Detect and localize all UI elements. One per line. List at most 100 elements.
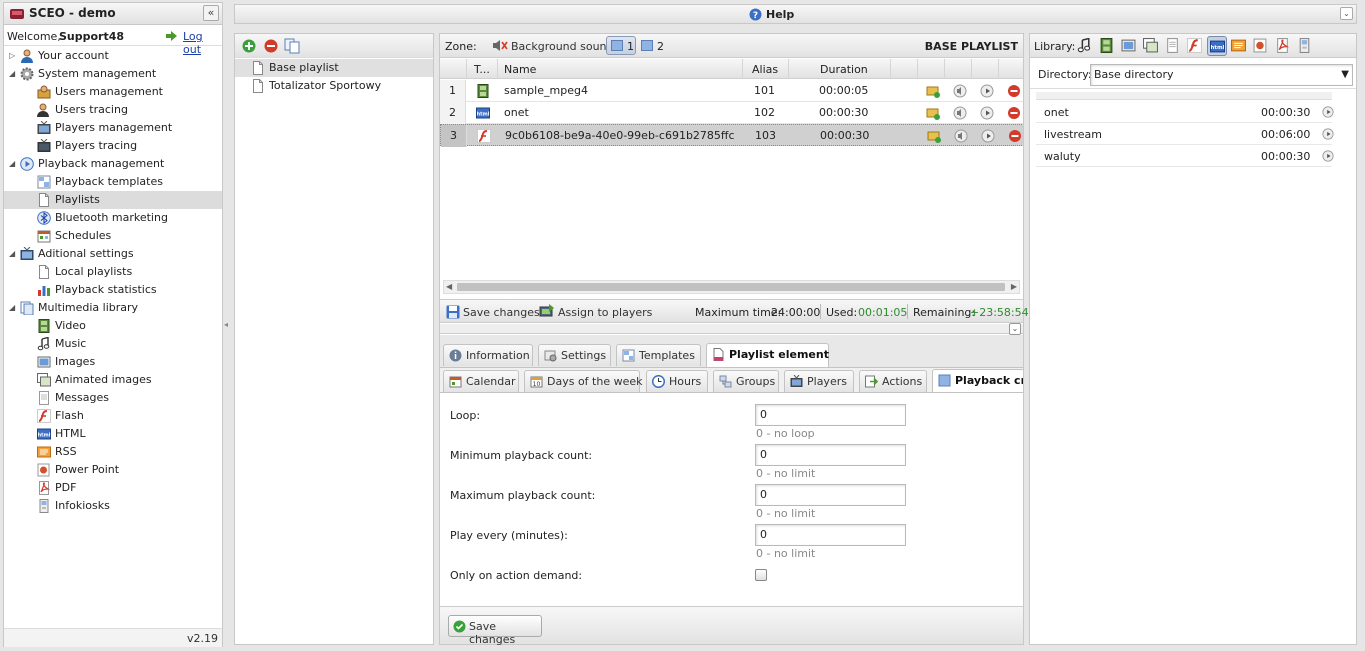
zone-2-label[interactable]: 2 [657, 40, 664, 53]
add-playlist-icon[interactable] [242, 39, 256, 53]
save-changes-button[interactable]: Save changes [448, 615, 542, 646]
tree-item-images[interactable]: Images [4, 353, 222, 371]
tree-toggle-icon[interactable]: ◢ [9, 160, 17, 168]
library-item[interactable]: waluty 00:00:30 [1036, 145, 1334, 167]
zone-1-button[interactable]: 1 [606, 36, 636, 55]
tree-item-infokiosks[interactable]: Infokiosks [4, 497, 222, 515]
row-delete-icon[interactable] [1008, 129, 1022, 143]
sidebar-splitter[interactable]: ◂ [224, 2, 232, 647]
tree-item-local-playlists[interactable]: Local playlists [4, 263, 222, 281]
row-play-icon[interactable] [981, 129, 995, 143]
library-item-play-icon[interactable] [1322, 128, 1334, 140]
col-type-header[interactable]: T... [474, 63, 490, 76]
tree-item-multimedia-library[interactable]: ◢ Multimedia library [4, 299, 222, 317]
table-row[interactable]: 3 9c0b6108-be9a-40e0-99eb-c691b2785ffc 103… [440, 124, 1023, 147]
tree-item-users-tracing[interactable]: Users tracing [4, 101, 222, 119]
tree-item-messages[interactable]: Messages [4, 389, 222, 407]
scrollbar-thumb[interactable] [457, 283, 1005, 291]
row-play-icon[interactable] [980, 84, 994, 98]
help-expand-button[interactable]: ⌄ [1340, 7, 1353, 20]
tree-item-playback-management[interactable]: ◢ Playback management [4, 155, 222, 173]
row-delete-icon[interactable] [1007, 106, 1021, 120]
library-filter-music-note-button[interactable] [1075, 36, 1095, 56]
save-changes-top-button[interactable]: Save changes [463, 306, 540, 319]
subtab-playback-criteria[interactable]: Playback cri [932, 369, 1023, 392]
tree-item-players-management[interactable]: Players management [4, 119, 222, 137]
library-filter-image-button[interactable] [1119, 36, 1139, 56]
row-sound-icon[interactable] [953, 84, 967, 98]
zone-2-swatch[interactable] [641, 40, 653, 51]
library-filter-html-button[interactable]: html [1207, 36, 1227, 56]
table-row[interactable]: 1 sample_mpeg4 101 00:00:05 [440, 80, 1023, 102]
library-item-play-icon[interactable] [1322, 106, 1334, 118]
tab-settings[interactable]: Settings [538, 344, 611, 366]
loop-input[interactable]: 0 [755, 404, 906, 426]
library-filter-pdf-button[interactable] [1273, 36, 1293, 56]
library-filter-animated-image-button[interactable] [1141, 36, 1161, 56]
tree-item-flash[interactable]: Flash [4, 407, 222, 425]
tab-playlist-element[interactable]: Playlist element [706, 343, 829, 367]
library-filter-powerpoint-button[interactable] [1251, 36, 1271, 56]
subtab-days-of-week[interactable]: 10 Days of the week [524, 370, 643, 392]
subtab-hours[interactable]: Hours [646, 370, 708, 392]
library-filter-rss-button[interactable] [1229, 36, 1249, 56]
row-delete-icon[interactable] [1007, 84, 1021, 98]
tree-item-music[interactable]: Music [4, 335, 222, 353]
background-sound-button[interactable]: Background sound [511, 40, 614, 53]
tree-toggle-icon[interactable]: ◢ [9, 250, 17, 258]
tree-item-playlists[interactable]: Playlists [4, 191, 222, 209]
help-label[interactable]: Help [766, 8, 794, 21]
tree-item-pdf[interactable]: PDF [4, 479, 222, 497]
library-item[interactable]: livestream 00:06:00 [1036, 123, 1334, 145]
play-every-input[interactable]: 0 [755, 524, 906, 546]
tree-toggle-icon[interactable]: ◢ [9, 304, 17, 312]
assign-players-button[interactable]: Assign to players [558, 306, 652, 319]
tab-information[interactable]: Information [443, 344, 533, 366]
row-play-icon[interactable] [980, 106, 994, 120]
details-collapse-button[interactable]: ⌄ [1009, 323, 1021, 335]
tree-item-system-management[interactable]: ◢ System management [4, 65, 222, 83]
tree-item-animated-images[interactable]: Animated images [4, 371, 222, 389]
tree-toggle-icon[interactable]: ▷ [9, 52, 17, 60]
subtab-actions[interactable]: Actions [859, 370, 927, 392]
remove-playlist-icon[interactable] [264, 39, 278, 53]
tree-item-aditional-settings[interactable]: ◢ Aditional settings [4, 245, 222, 263]
copy-playlist-icon[interactable] [284, 38, 301, 54]
row-sound-icon[interactable] [953, 106, 967, 120]
library-filter-message-button[interactable] [1163, 36, 1183, 56]
tree-item-users-management[interactable]: Users management [4, 83, 222, 101]
tree-item-power-point[interactable]: Power Point [4, 461, 222, 479]
min-playback-input[interactable]: 0 [755, 444, 906, 466]
tree-item-playback-statistics[interactable]: Playback statistics [4, 281, 222, 299]
tree-item-playback-templates[interactable]: Playback templates [4, 173, 222, 191]
subtab-groups[interactable]: Groups [713, 370, 779, 392]
tree-item-bluetooth-marketing[interactable]: Bluetooth marketing [4, 209, 222, 227]
row-add-to-folder-icon[interactable] [926, 106, 940, 120]
action-demand-checkbox[interactable] [755, 569, 767, 581]
library-item[interactable]: onet 00:00:30 [1036, 101, 1334, 123]
row-sound-icon[interactable] [954, 129, 968, 143]
library-filter-kiosk-button[interactable] [1295, 36, 1315, 56]
library-filter-flash-button[interactable] [1185, 36, 1205, 56]
tree-item-your-account[interactable]: ▷ Your account [4, 47, 222, 65]
tree-item-video[interactable]: Video [4, 317, 222, 335]
tree-item-rss[interactable]: RSS [4, 443, 222, 461]
library-filter-film-button[interactable] [1097, 36, 1117, 56]
max-playback-input[interactable]: 0 [755, 484, 906, 506]
col-name-header[interactable]: Name [504, 63, 536, 76]
table-row[interactable]: 2 html onet 102 00:00:30 [440, 102, 1023, 124]
subtab-players[interactable]: Players [784, 370, 854, 392]
tab-templates[interactable]: Templates [616, 344, 701, 366]
library-item-play-icon[interactable] [1322, 150, 1334, 162]
subtab-calendar[interactable]: Calendar [443, 370, 519, 392]
tree-item-schedules[interactable]: Schedules [4, 227, 222, 245]
row-add-to-folder-icon[interactable] [927, 129, 941, 143]
col-alias-header[interactable]: Alias [752, 63, 778, 76]
tree-toggle-icon[interactable]: ◢ [9, 70, 17, 78]
tree-item-players-tracing[interactable]: Players tracing [4, 137, 222, 155]
tree-item-html[interactable]: html HTML [4, 425, 222, 443]
row-add-to-folder-icon[interactable] [926, 84, 940, 98]
collapse-sidebar-button[interactable]: « [203, 5, 219, 21]
directory-select[interactable]: Base directory ▼ [1090, 64, 1353, 86]
col-duration-header[interactable]: Duration [820, 63, 868, 76]
